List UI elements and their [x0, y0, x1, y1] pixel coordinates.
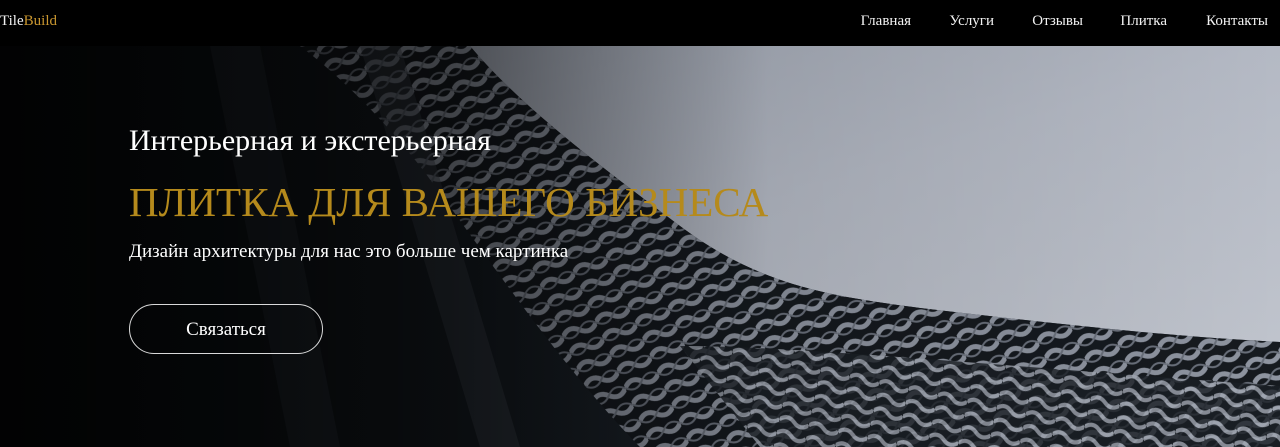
hero-subtitle: Дизайн архитектуры для нас это больше че…	[129, 241, 569, 262]
brand-name-accent: Build	[23, 13, 57, 29]
nav-link-home[interactable]: Главная	[861, 12, 911, 30]
brand-name-primary: Tile	[0, 13, 24, 29]
nav-link-tiles[interactable]: Плитка	[1120, 12, 1167, 30]
hero-headline: Интерьерная и экстерьерная	[129, 124, 491, 157]
brand-logo[interactable]: TileBuild	[0, 12, 57, 30]
nav-link-contacts[interactable]: Контакты	[1206, 12, 1268, 30]
nav-link-reviews[interactable]: Отзывы	[1032, 12, 1083, 30]
hero-section: Интерьерная и экстерьерная ПЛИТКА ДЛЯ ВА…	[0, 46, 1280, 447]
top-navbar: TileBuild Главная Услуги Отзывы Плитка К…	[0, 0, 1280, 46]
contact-button[interactable]: Связаться	[129, 304, 323, 354]
nav-link-services[interactable]: Услуги	[949, 12, 994, 30]
hero-accent-headline: ПЛИТКА ДЛЯ ВАШЕГО БИЗНЕСА	[129, 179, 769, 225]
